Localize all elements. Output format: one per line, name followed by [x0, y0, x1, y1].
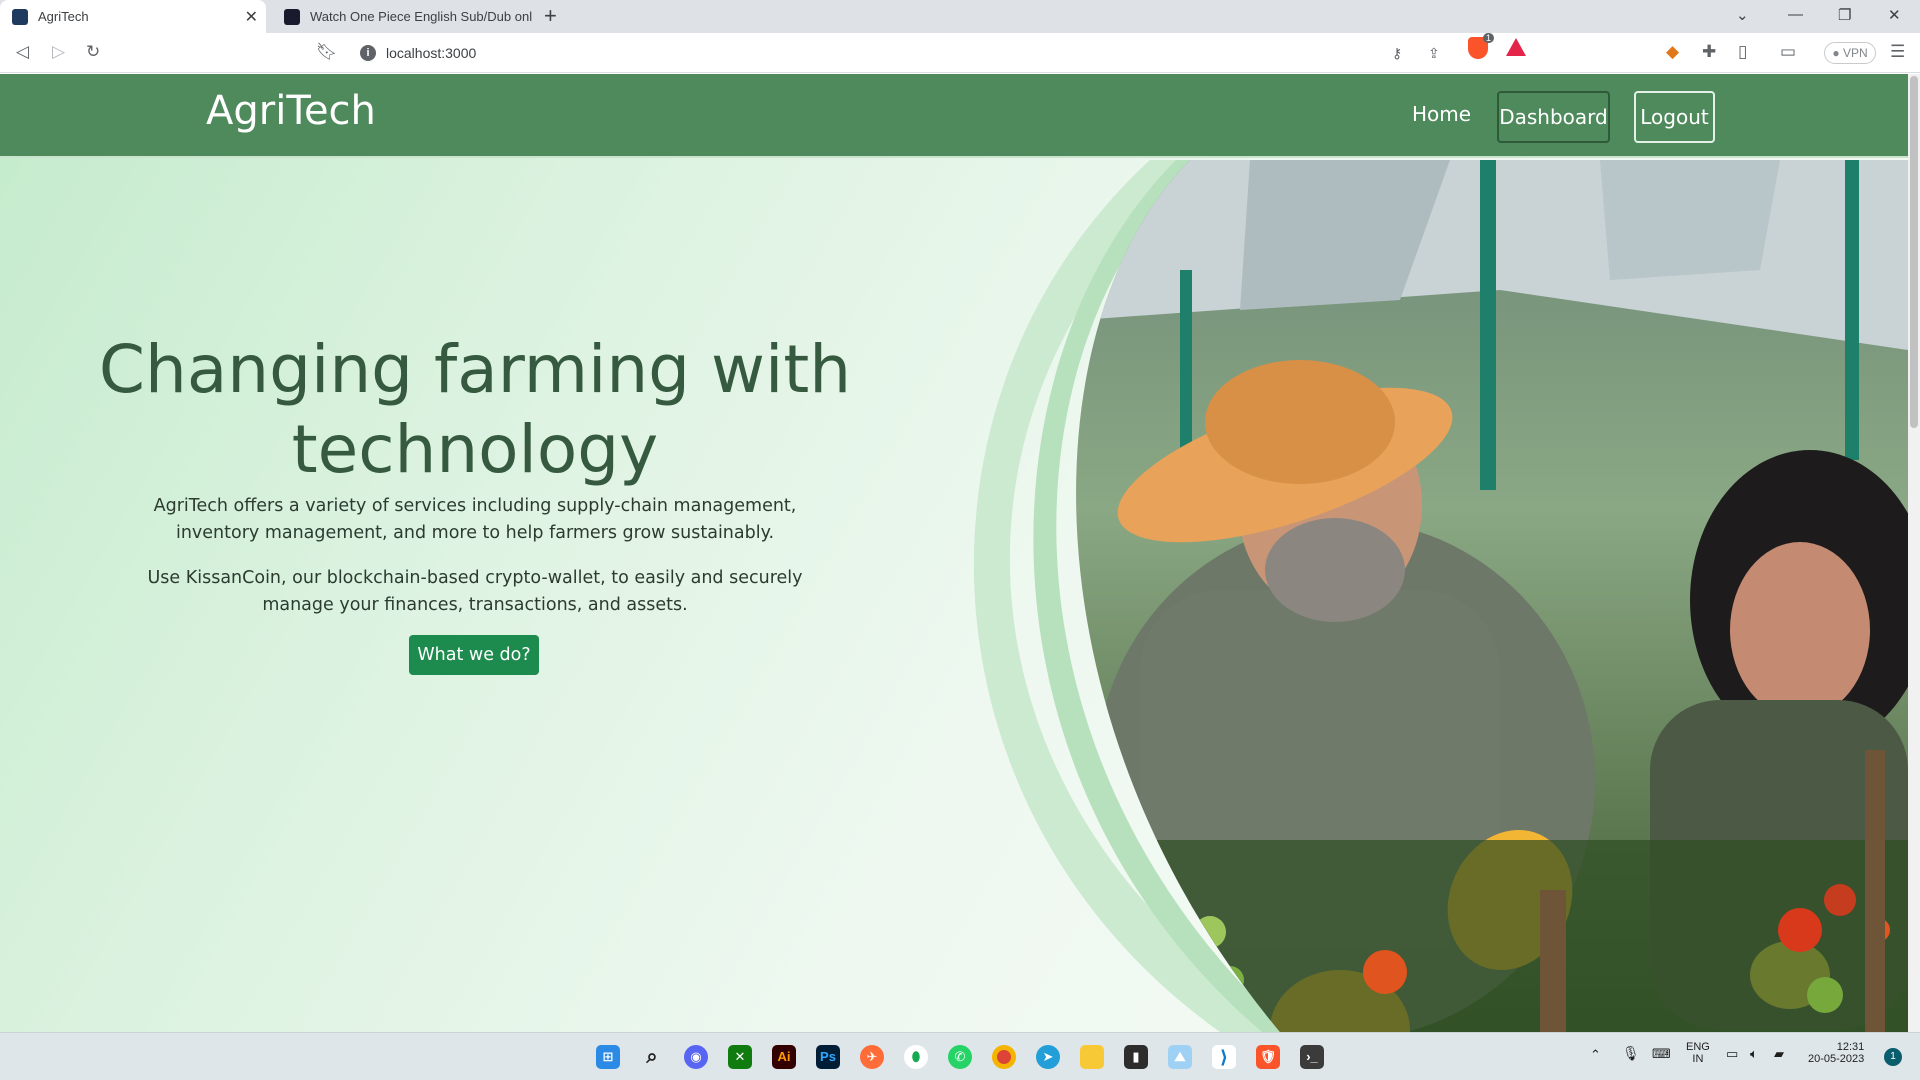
photoshop-icon[interactable]: Ps [816, 1045, 840, 1069]
hero-paragraph-services: AgriTech offers a variety of services in… [153, 496, 797, 543]
region-code: IN [1692, 1053, 1704, 1065]
terminal-dark-icon[interactable]: ▮ [1124, 1045, 1148, 1069]
share-icon[interactable]: ⇪ [1428, 45, 1440, 62]
bookmark-icon[interactable]: 🔖︎ [316, 42, 338, 62]
terminal-icon[interactable]: ›_ [1300, 1045, 1324, 1069]
dashboard-button[interactable]: Dashboard [1497, 91, 1610, 143]
sidebar-icon[interactable]: ▯ [1738, 42, 1747, 62]
volume-icon[interactable]: 🔈︎ [1750, 1046, 1758, 1062]
brand-logo[interactable]: AgriTech [206, 88, 376, 134]
hero-title-line-1: Changing farming with [98, 331, 852, 408]
search-icon[interactable]: ⌕ [640, 1045, 664, 1069]
file-explorer-icon[interactable] [1080, 1045, 1104, 1069]
password-key-icon[interactable]: ⚷ [1392, 45, 1402, 62]
hero-paragraph-kissancoin: Use KissanCoin, our blockchain-based cry… [147, 568, 803, 615]
address-url[interactable]: localhost:3000 [386, 45, 476, 61]
tab-agritech[interactable]: AgriTech ✕ [0, 0, 266, 33]
metamask-icon[interactable]: ◆ [1666, 42, 1679, 62]
wallet-icon[interactable]: ▭ [1780, 42, 1796, 62]
hero-title-line-2: technology [291, 411, 659, 488]
tab-search-icon[interactable]: ⌄ [1736, 6, 1749, 24]
vpn-label: VPN [1842, 46, 1868, 60]
site-navbar: AgriTech Home Dashboard Logout [0, 74, 1908, 158]
menu-icon[interactable]: ☰ [1890, 42, 1905, 62]
windows-start-icon[interactable]: ⊞ [596, 1045, 620, 1069]
shield-count-badge: 1 [1482, 33, 1494, 43]
vpn-button[interactable]: ● VPN [1824, 42, 1876, 64]
address-bar[interactable]: i localhost:3000 ⚷ ⇪ [346, 37, 1536, 69]
site-favicon-icon [284, 8, 300, 25]
tray-overflow-icon[interactable]: ⌃ [1590, 1047, 1601, 1063]
microphone-icon[interactable]: 🎙︎ [1622, 1045, 1640, 1062]
photos-icon[interactable]: ⛰ [1168, 1045, 1192, 1069]
vscode-icon[interactable]: ⟩ [1212, 1045, 1236, 1069]
network-icon[interactable]: ▭ [1726, 1046, 1738, 1062]
page-scrollbar[interactable] [1908, 74, 1920, 1032]
restore-icon[interactable]: ❐ [1838, 6, 1851, 24]
whatsapp-icon[interactable]: ✆ [948, 1045, 972, 1069]
battery-icon[interactable]: ▰ [1774, 1046, 1784, 1062]
page-viewport: AgriTech Home Dashboard Logout Changing … [0, 74, 1908, 1032]
logout-button[interactable]: Logout [1634, 91, 1715, 143]
mongodb-icon[interactable]: ⬮ [904, 1045, 928, 1069]
postman-icon[interactable]: ✈ [860, 1045, 884, 1069]
nav-home-link[interactable]: Home [1412, 102, 1471, 126]
forward-icon[interactable]: ▷ [52, 42, 65, 62]
clock-time: 12:31 [1836, 1041, 1865, 1053]
close-tab-icon[interactable]: ✕ [245, 7, 258, 27]
brave-shields-icon[interactable]: 1 [1468, 33, 1494, 59]
language-indicator[interactable]: ENG IN [1686, 1041, 1710, 1065]
scrollbar-thumb[interactable] [1910, 76, 1918, 428]
chrome-icon[interactable] [992, 1045, 1016, 1069]
site-info-icon[interactable]: i [360, 45, 376, 61]
minimize-icon[interactable]: — [1788, 6, 1803, 23]
tab-title: Watch One Piece English Sub/Dub onl [310, 9, 533, 24]
taskbar: ⊞ ⌕ ◉ ✕ Ai Ps ✈ ⬮ ✆ ➤ ▮ ⛰ ⟩ 🛡︎ ›_ ⌃ 🎙︎ ⌨… [0, 1032, 1920, 1080]
brave-rewards-icon[interactable] [1506, 38, 1526, 56]
tab-title: AgriTech [38, 9, 89, 24]
tab-strip: AgriTech ✕ Watch One Piece English Sub/D… [0, 0, 1920, 33]
language-code: ENG [1686, 1041, 1710, 1053]
close-window-icon[interactable]: ✕ [1888, 6, 1901, 24]
what-we-do-button[interactable]: What we do? [409, 635, 539, 675]
xbox-icon[interactable]: ✕ [728, 1045, 752, 1069]
react-favicon-icon [12, 8, 28, 25]
browser-toolbar: ◁ ▷ ↻ 🔖︎ i localhost:3000 ⚷ ⇪ 1 ◆ ✚ ▯ ▭ … [0, 33, 1920, 73]
notification-badge[interactable]: 1 [1884, 1048, 1902, 1066]
back-icon[interactable]: ◁ [16, 42, 29, 62]
brave-icon[interactable]: 🛡︎ [1256, 1045, 1280, 1069]
discord-icon[interactable]: ◉ [684, 1045, 708, 1069]
clock[interactable]: 12:31 20-05-2023 [1808, 1041, 1864, 1065]
reload-icon[interactable]: ↻ [86, 42, 100, 62]
keyboard-icon[interactable]: ⌨ [1652, 1046, 1671, 1062]
telegram-icon[interactable]: ➤ [1036, 1045, 1060, 1069]
illustrator-icon[interactable]: Ai [772, 1045, 796, 1069]
tab-one-piece[interactable]: Watch One Piece English Sub/Dub onl [272, 0, 534, 33]
extensions-icon[interactable]: ✚ [1702, 42, 1716, 62]
new-tab-button[interactable]: + [544, 3, 557, 29]
clock-date: 20-05-2023 [1808, 1053, 1865, 1065]
hero-title: Changing farming with technology [60, 330, 890, 490]
